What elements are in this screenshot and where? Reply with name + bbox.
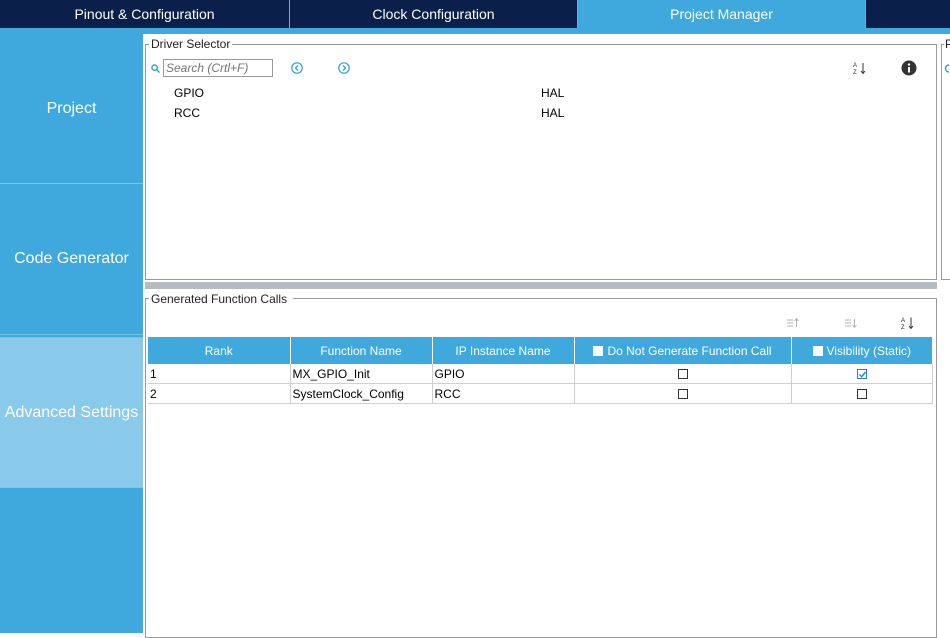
tab-clock-configuration[interactable]: Clock Configuration (290, 0, 578, 28)
column-header-visibility-static[interactable]: Visibility (Static) (791, 337, 932, 364)
header-checkbox-do-not-generate[interactable] (593, 345, 604, 356)
cell-visibility-static (791, 364, 933, 384)
search-icon (944, 64, 950, 73)
sort-az-icon[interactable]: A Z (853, 61, 867, 75)
column-header-do-not-generate[interactable]: Do Not Generate Function Call (574, 337, 792, 364)
column-header-ip-instance-name[interactable]: IP Instance Name (432, 337, 575, 364)
svg-text:A: A (901, 318, 905, 324)
cell-ip-instance: GPIO (432, 364, 575, 384)
svg-text:A: A (853, 63, 857, 69)
cell-rank: 1 (148, 364, 291, 384)
driver-row-name: GPIO (174, 86, 205, 100)
sidebar: Project Code Generator Advanced Settings (0, 34, 143, 633)
column-header-function-name[interactable]: Function Name (290, 337, 433, 364)
column-header-rank[interactable]: Rank (148, 337, 291, 364)
sidebar-item-label: Code Generator (14, 250, 129, 267)
function-calls-table: Rank Function Name IP Instance Name Do N… (148, 337, 933, 404)
do-not-generate-checkbox[interactable] (677, 369, 688, 380)
table-row[interactable]: 1 MX_GPIO_Init GPIO (148, 364, 933, 384)
top-tab-bar: Pinout & Configuration Clock Configurati… (0, 0, 950, 30)
driver-search-input[interactable] (163, 59, 273, 77)
cell-do-not-generate (574, 383, 792, 404)
info-icon[interactable] (901, 60, 917, 76)
svg-text:Z: Z (901, 325, 905, 330)
header-checkbox-visibility-static[interactable] (812, 345, 823, 356)
driver-row-value[interactable]: HAL (541, 106, 564, 120)
table-row[interactable]: 2 SystemClock_Config RCC (148, 383, 933, 404)
chevron-right-circle-icon[interactable] (338, 62, 350, 74)
visibility-static-checkbox[interactable] (856, 369, 867, 380)
cell-function-name: SystemClock_Config (290, 383, 433, 404)
cell-function-name: MX_GPIO_Init (290, 364, 433, 384)
driver-selector-title: Driver Selector (149, 37, 233, 51)
move-up-icon[interactable] (786, 317, 800, 329)
sidebar-item-label: Project (46, 99, 97, 117)
driver-row-name: RCC (174, 106, 200, 120)
tab-extra[interactable] (865, 0, 950, 28)
cell-ip-instance: RCC (432, 383, 575, 404)
sidebar-item-project[interactable]: Project (0, 34, 143, 184)
generated-function-calls-title: Generated Function Calls (149, 292, 294, 306)
tab-project-manager[interactable]: Project Manager (578, 0, 865, 28)
sidebar-item-label: Advanced Settings (4, 403, 139, 421)
check-icon (858, 371, 866, 379)
move-down-icon[interactable] (844, 317, 858, 329)
sidebar-item-code-generator[interactable]: Code Generator (0, 184, 143, 335)
sort-az-icon[interactable]: A Z (901, 316, 915, 330)
chevron-left-circle-icon[interactable] (291, 62, 303, 74)
sidebar-item-advanced-settings[interactable]: Advanced Settings (0, 337, 143, 488)
cell-do-not-generate (574, 364, 792, 384)
cell-rank: 2 (148, 383, 291, 404)
visibility-static-checkbox[interactable] (856, 389, 867, 400)
cell-visibility-static (791, 383, 933, 404)
svg-text:Z: Z (853, 70, 857, 75)
do-not-generate-checkbox[interactable] (677, 389, 688, 400)
right-panel-title: P (944, 37, 950, 51)
right-panel (941, 44, 950, 280)
search-icon (151, 64, 160, 73)
driver-selector-panel (145, 44, 937, 280)
panel-splitter[interactable] (145, 282, 937, 289)
tab-pinout-configuration[interactable]: Pinout & Configuration (0, 0, 290, 28)
table-header-row: Rank Function Name IP Instance Name Do N… (148, 337, 932, 364)
driver-row-value[interactable]: HAL (541, 86, 564, 100)
